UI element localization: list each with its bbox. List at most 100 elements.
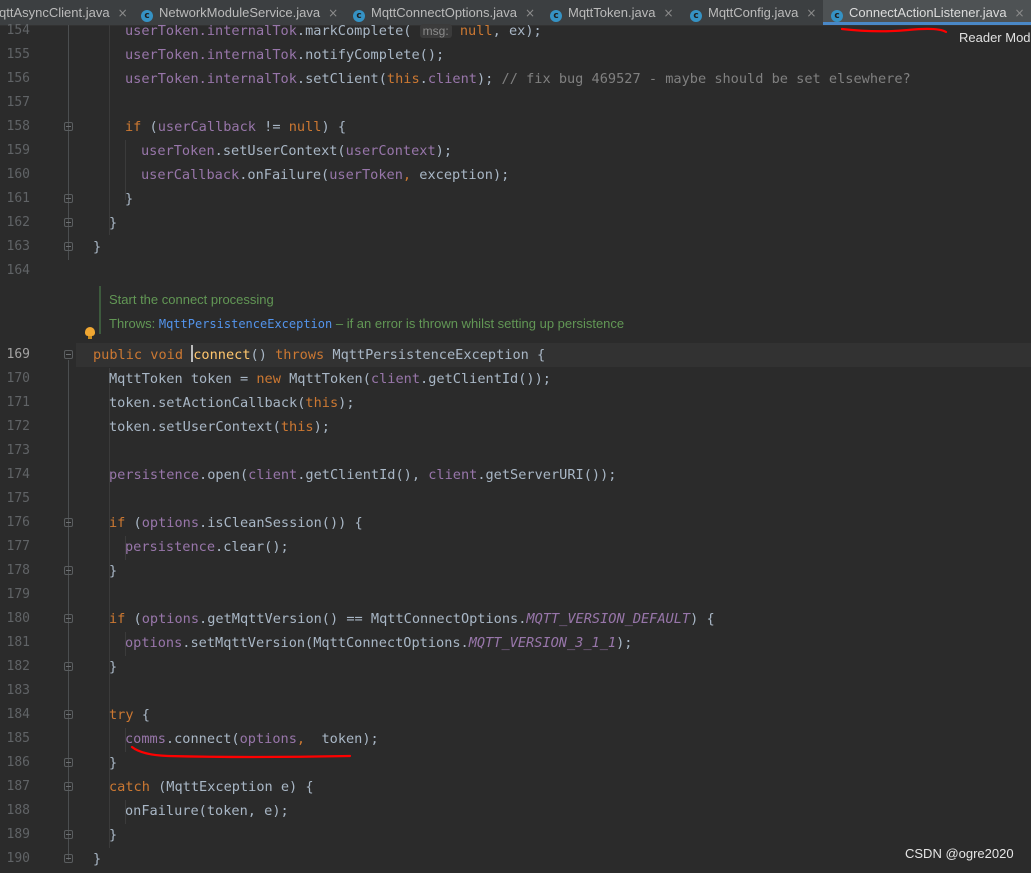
code-line-169[interactable]: public void connect() throws MqttPersist… (93, 343, 545, 367)
exception-link[interactable]: MqttPersistenceException (159, 317, 332, 331)
line-number: 162 (6, 215, 30, 230)
line-number: 176 (6, 515, 30, 530)
close-icon[interactable]: × (806, 6, 816, 20)
line-number: 155 (6, 47, 30, 62)
code-line-154[interactable]: userToken.internalTok.markComplete( msg:… (125, 19, 542, 43)
tab-connect-action-listener[interactable]: c ConnectActionListener.java × (823, 0, 1031, 25)
tab-mqtt-token[interactable]: c MqttToken.java × (550, 0, 674, 25)
fold-toggle-icon[interactable] (64, 830, 73, 839)
fold-toggle-icon[interactable] (64, 782, 73, 791)
line-number: 182 (6, 659, 30, 674)
fold-toggle-icon[interactable] (64, 710, 73, 719)
close-icon[interactable]: × (1015, 6, 1025, 20)
parameter-hint: msg: (419, 24, 452, 38)
code-line-184[interactable]: try { (109, 703, 150, 727)
fold-toggle-icon[interactable] (64, 194, 73, 203)
code-line-187[interactable]: catch (MqttException e) { (109, 775, 314, 799)
code-line-172[interactable]: token.setUserContext(this); (109, 415, 330, 439)
code-line-161[interactable]: } (125, 187, 133, 211)
line-number: 185 (6, 731, 30, 746)
code-line-185[interactable]: comms.connect(options, token); (125, 727, 379, 751)
line-number: 159 (6, 143, 30, 158)
watermark: CSDN @ogre2020 (905, 846, 1014, 861)
line-number: 157 (6, 95, 30, 110)
code-line-186[interactable]: } (109, 751, 117, 775)
line-number: 164 (6, 263, 30, 278)
line-number: 187 (6, 779, 30, 794)
code-line-171[interactable]: token.setActionCallback(this); (109, 391, 355, 415)
close-icon[interactable]: × (328, 6, 338, 20)
rendered-javadoc: Start the connect processing Throws: Mqt… (99, 286, 624, 334)
line-number: 178 (6, 563, 30, 578)
fold-toggle-icon[interactable] (64, 614, 73, 623)
line-number: 158 (6, 119, 30, 134)
close-icon[interactable]: × (663, 6, 673, 20)
code-line-189[interactable]: } (109, 823, 117, 847)
reader-mode-toggle[interactable]: Reader Mod (959, 30, 1031, 45)
tab-label: MqttConnectOptions.java (371, 5, 517, 20)
java-class-icon: c (550, 10, 562, 22)
tab-label: qttAsyncClient.java (0, 5, 110, 20)
code-line-160[interactable]: userCallback.onFailure(userToken, except… (141, 163, 509, 187)
line-number: 181 (6, 635, 30, 650)
code-line-190[interactable]: } (93, 847, 101, 871)
method-name: connect (193, 347, 251, 363)
code-line-182[interactable]: } (109, 655, 117, 679)
fold-toggle-icon[interactable] (64, 242, 73, 251)
line-number: 189 (6, 827, 30, 842)
line-number: 175 (6, 491, 30, 506)
code-line-178[interactable]: } (109, 559, 117, 583)
line-number: 177 (6, 539, 30, 554)
line-number: 190 (6, 851, 30, 866)
line-number: 170 (6, 371, 30, 386)
fold-toggle-icon[interactable] (64, 122, 73, 131)
line-number: 179 (6, 587, 30, 602)
tab-label: MqttToken.java (568, 5, 656, 20)
fold-toggle-icon[interactable] (64, 218, 73, 227)
code-line-156[interactable]: userToken.internalTok.setClient(this.cli… (125, 67, 911, 91)
line-number: 188 (6, 803, 30, 818)
code-line-170[interactable]: MqttToken token = new MqttToken(client.g… (109, 367, 551, 391)
lightbulb-icon[interactable] (85, 327, 95, 339)
close-icon[interactable]: × (525, 6, 535, 20)
fold-toggle-icon[interactable] (64, 662, 73, 671)
line-number: 174 (6, 467, 30, 482)
code-line-174[interactable]: persistence.open(client.getClientId(), c… (109, 463, 616, 487)
line-number: 154 (6, 23, 30, 38)
java-class-icon: c (690, 10, 702, 22)
java-class-icon: c (831, 10, 843, 22)
javadoc-throws: Throws: MqttPersistenceException – if an… (109, 316, 625, 331)
javadoc-summary: Start the connect processing (109, 292, 274, 307)
code-line-163[interactable]: } (93, 235, 101, 259)
code-line-162[interactable]: } (109, 211, 117, 235)
line-number: 169 (6, 347, 30, 362)
tab-label: ConnectActionListener.java (849, 5, 1007, 20)
line-number: 171 (6, 395, 30, 410)
fold-toggle-icon[interactable] (64, 758, 73, 767)
line-number: 173 (6, 443, 30, 458)
line-number: 172 (6, 419, 30, 434)
code-line-180[interactable]: if (options.getMqttVersion() == MqttConn… (109, 607, 715, 631)
close-icon[interactable]: × (118, 6, 128, 20)
code-line-159[interactable]: userToken.setUserContext(userContext); (141, 139, 452, 163)
code-line-176[interactable]: if (options.isCleanSession()) { (109, 511, 363, 535)
line-number: 186 (6, 755, 30, 770)
fold-toggle-icon[interactable] (64, 518, 73, 527)
tab-mqtt-config[interactable]: c MqttConfig.java × (690, 0, 816, 25)
tab-label: NetworkModuleService.java (159, 5, 321, 20)
fold-toggle-icon[interactable] (64, 566, 73, 575)
fold-toggle-icon[interactable] (64, 350, 73, 359)
line-number: 163 (6, 239, 30, 254)
tab-label: MqttConfig.java (708, 5, 799, 20)
code-line-188[interactable]: onFailure(token, e); (125, 799, 289, 823)
line-number: 180 (6, 611, 30, 626)
code-line-181[interactable]: options.setMqttVersion(MqttConnectOption… (125, 631, 632, 655)
code-line-155[interactable]: userToken.internalTok.notifyComplete(); (125, 43, 444, 67)
fold-toggle-icon[interactable] (64, 854, 73, 863)
indent-guide (109, 25, 110, 235)
line-number: 184 (6, 707, 30, 722)
code-line-177[interactable]: persistence.clear(); (125, 535, 289, 559)
code-line-158[interactable]: if (userCallback != null) { (125, 115, 346, 139)
line-number: 160 (6, 167, 30, 182)
line-number: 161 (6, 191, 30, 206)
